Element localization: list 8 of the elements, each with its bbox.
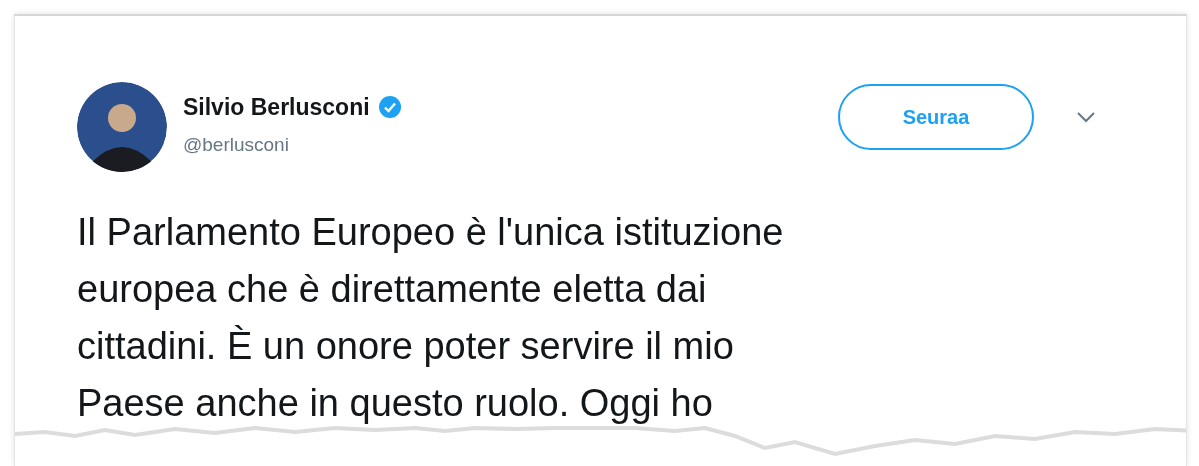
chevron-down-icon[interactable]: [1076, 111, 1096, 123]
author-name[interactable]: Silvio Berlusconi: [183, 90, 370, 125]
author-handle: @berlusconi: [183, 132, 290, 157]
tweet-text-line: cittadini. È un onore poter servire il mio: [77, 324, 735, 369]
tweet-text-line: europea che è direttamente eletta dai: [77, 267, 708, 312]
tweet-text-line: Paese anche in questo ruolo. Oggi ho: [77, 381, 714, 426]
avatar[interactable]: [77, 82, 167, 172]
tweet-text-line: Il Parlamento Europeo è l'unica istituzione: [77, 210, 785, 255]
